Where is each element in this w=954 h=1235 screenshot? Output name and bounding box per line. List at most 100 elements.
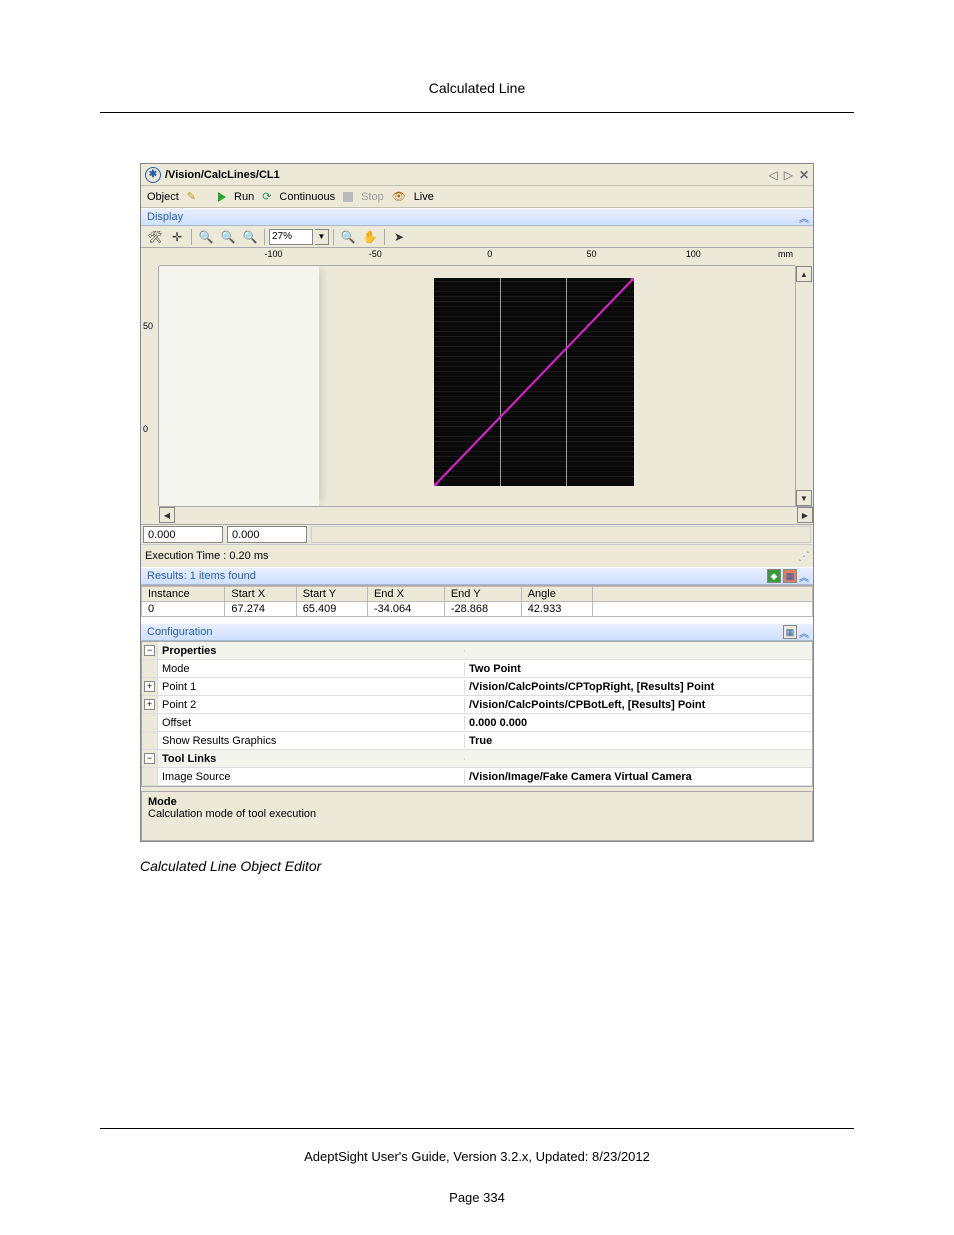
results-table-wrap: Instance Start X Start Y End X End Y Ang…: [141, 585, 813, 623]
collapse-icon[interactable]: ︽: [799, 625, 807, 640]
config-section-header[interactable]: Configuration ▦ ︽: [141, 623, 813, 641]
hammer-icon[interactable]: 🛠: [145, 228, 165, 246]
vertical-scrollbar[interactable]: ▲ ▼: [795, 266, 813, 506]
display-section-header[interactable]: Display ︽: [141, 208, 813, 226]
tree-collapse-icon[interactable]: −: [144, 645, 155, 656]
doc-title: Calculated Line: [100, 80, 854, 113]
property-description: Mode Calculation mode of tool execution: [141, 791, 813, 841]
prop-value[interactable]: /Vision/CalcPoints/CPTopRight, [Results]…: [464, 680, 812, 694]
description-title: Mode: [148, 796, 806, 808]
close-icon[interactable]: ✕: [799, 168, 809, 182]
stop-button[interactable]: Stop: [361, 191, 384, 203]
prop-point2[interactable]: + Point 2 /Vision/CalcPoints/CPBotLeft, …: [142, 696, 812, 714]
prop-value[interactable]: Two Point: [464, 662, 812, 676]
prop-mode[interactable]: Mode Two Point: [142, 660, 812, 678]
zoom-dropdown-icon[interactable]: ▼: [315, 229, 329, 245]
scroll-right-icon[interactable]: ▶: [797, 507, 813, 523]
ruler-tick: 50: [143, 321, 153, 331]
cell: 0: [142, 602, 225, 617]
zoom-in-icon[interactable]: 🔍: [196, 228, 216, 246]
pointer-icon[interactable]: ➤: [389, 228, 409, 246]
prop-label: Show Results Graphics: [158, 734, 464, 748]
continuous-button[interactable]: Continuous: [279, 191, 335, 203]
col-starty[interactable]: Start Y: [296, 587, 367, 602]
live-icon[interactable]: 👁: [392, 190, 406, 203]
prop-label: Offset: [158, 716, 464, 730]
coord-x: 0.000: [143, 526, 223, 543]
execution-time-label: Execution Time : 0.20 ms: [145, 550, 269, 562]
results-ok-icon[interactable]: ◆: [767, 569, 781, 583]
config-view-icon[interactable]: ▦: [783, 625, 797, 639]
prop-group-toollinks[interactable]: − Tool Links: [142, 750, 812, 768]
results-section-header[interactable]: Results: 1 items found ◆ ▦ ︽: [141, 567, 813, 585]
prop-offset[interactable]: Offset 0.000 0.000: [142, 714, 812, 732]
scroll-left-icon[interactable]: ◀: [159, 507, 175, 523]
prop-label: Image Source: [158, 770, 464, 784]
play-icon[interactable]: [218, 192, 226, 202]
nav-next-icon[interactable]: ▷: [784, 168, 793, 182]
prop-label: Point 2: [158, 698, 464, 712]
cell: 65.409: [296, 602, 367, 617]
col-endx[interactable]: End X: [367, 587, 444, 602]
col-endy[interactable]: End Y: [444, 587, 521, 602]
zoom-input[interactable]: [269, 229, 313, 245]
prop-value[interactable]: True: [464, 734, 812, 748]
object-toolbar: Object ✎ Run ⟳ Continuous Stop 👁 Live: [141, 186, 813, 208]
stop-icon[interactable]: [343, 192, 353, 202]
tree-collapse-icon[interactable]: −: [144, 753, 155, 764]
app-icon: ✱: [145, 167, 161, 183]
cell: -28.868: [444, 602, 521, 617]
coordinate-readout: 0.000 0.000: [141, 524, 813, 544]
table-row[interactable]: 0 67.274 65.409 -34.064 -28.868 42.933: [142, 602, 813, 617]
scroll-up-icon[interactable]: ▲: [796, 266, 812, 282]
zoom-reset-icon[interactable]: 🔍: [218, 228, 238, 246]
cell: -34.064: [367, 602, 444, 617]
crosshair-icon[interactable]: ✛: [167, 228, 187, 246]
tree-expand-icon[interactable]: +: [144, 699, 155, 710]
prop-label: Point 1: [158, 680, 464, 694]
page-number: Page 334: [100, 1190, 854, 1205]
execution-time-row: Execution Time : 0.20 ms ⋰: [141, 544, 813, 567]
ruler-vertical: 50 0: [141, 266, 159, 506]
prop-value[interactable]: /Vision/Image/Fake Camera Virtual Camera: [464, 770, 812, 784]
prop-point1[interactable]: + Point 1 /Vision/CalcPoints/CPTopRight,…: [142, 678, 812, 696]
prop-image-source[interactable]: Image Source /Vision/Image/Fake Camera V…: [142, 768, 812, 786]
property-grid: − Properties Mode Two Point + Point 1 /V…: [141, 641, 813, 787]
prop-group-properties[interactable]: − Properties: [142, 642, 812, 660]
tree-expand-icon[interactable]: +: [144, 681, 155, 692]
prop-label: Mode: [158, 662, 464, 676]
resize-grip-icon[interactable]: ⋰: [798, 549, 809, 563]
pan-icon[interactable]: ✋: [360, 228, 380, 246]
col-angle[interactable]: Angle: [521, 587, 592, 602]
col-empty: [593, 587, 813, 602]
nav-prev-icon[interactable]: ◁: [768, 168, 777, 182]
page-footer: AdeptSight User's Guide, Version 3.2.x, …: [100, 1128, 854, 1205]
prop-show-graphics[interactable]: Show Results Graphics True: [142, 732, 812, 750]
prop-value[interactable]: /Vision/CalcPoints/CPBotLeft, [Results] …: [464, 698, 812, 712]
results-list-icon[interactable]: ▦: [783, 569, 797, 583]
collapse-icon[interactable]: ︽: [799, 210, 807, 225]
ruler-tick: 0: [143, 424, 148, 434]
display-toolbar: 🛠 ✛ 🔍 🔍 🔍 ▼ 🔍 ✋ ➤: [141, 226, 813, 248]
canvas-area: -100 -50 0 50 100 mm 50 0: [141, 248, 813, 524]
status-area: [311, 526, 811, 543]
live-button[interactable]: Live: [414, 191, 434, 203]
ruler-tick: 100: [686, 249, 701, 259]
collapse-icon[interactable]: ︽: [799, 569, 807, 584]
run-button[interactable]: Run: [234, 191, 254, 203]
wand-icon[interactable]: ✎: [187, 190, 196, 203]
image-viewport[interactable]: [159, 266, 795, 506]
ruler-horizontal: -100 -50 0 50 100 mm: [159, 248, 795, 266]
coord-y: 0.000: [227, 526, 307, 543]
col-instance[interactable]: Instance: [142, 587, 225, 602]
magnify-icon[interactable]: 🔍: [338, 228, 358, 246]
footer-text: AdeptSight User's Guide, Version 3.2.x, …: [100, 1149, 854, 1164]
prop-value[interactable]: 0.000 0.000: [464, 716, 812, 730]
cell: 42.933: [521, 602, 592, 617]
zoom-out-icon[interactable]: 🔍: [240, 228, 260, 246]
continuous-icon[interactable]: ⟳: [262, 190, 271, 203]
col-startx[interactable]: Start X: [225, 587, 296, 602]
ruler-tick: 50: [586, 249, 596, 259]
horizontal-scrollbar[interactable]: ◀ ▶: [159, 506, 813, 524]
scroll-down-icon[interactable]: ▼: [796, 490, 812, 506]
